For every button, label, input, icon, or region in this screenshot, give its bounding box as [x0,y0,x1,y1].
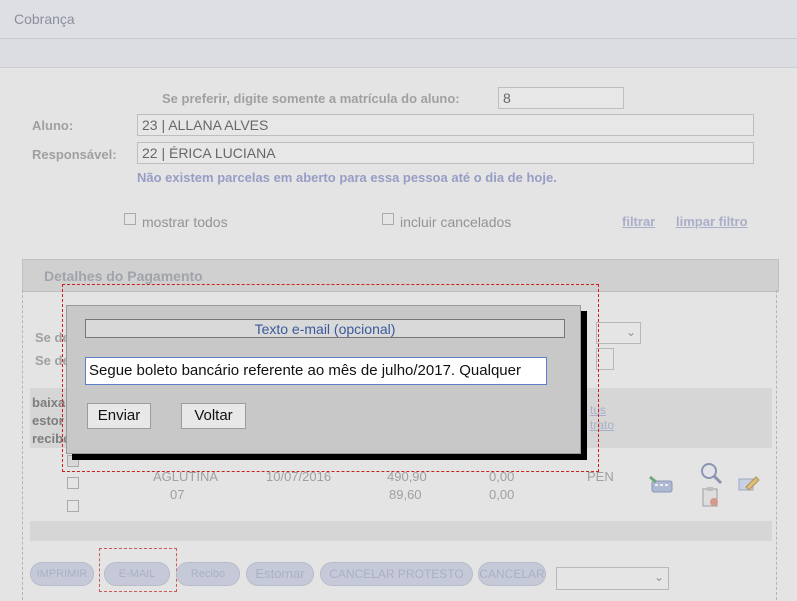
dialog-title: Texto e-mail (opcional) [85,319,565,338]
enviar-button[interactable]: Enviar [87,403,151,429]
voltar-button[interactable]: Voltar [181,403,246,429]
email-text-input[interactable]: Segue boleto bancário referente ao mês d… [85,357,547,385]
email-text-dialog: Texto e-mail (opcional) Segue boleto ban… [66,305,581,454]
